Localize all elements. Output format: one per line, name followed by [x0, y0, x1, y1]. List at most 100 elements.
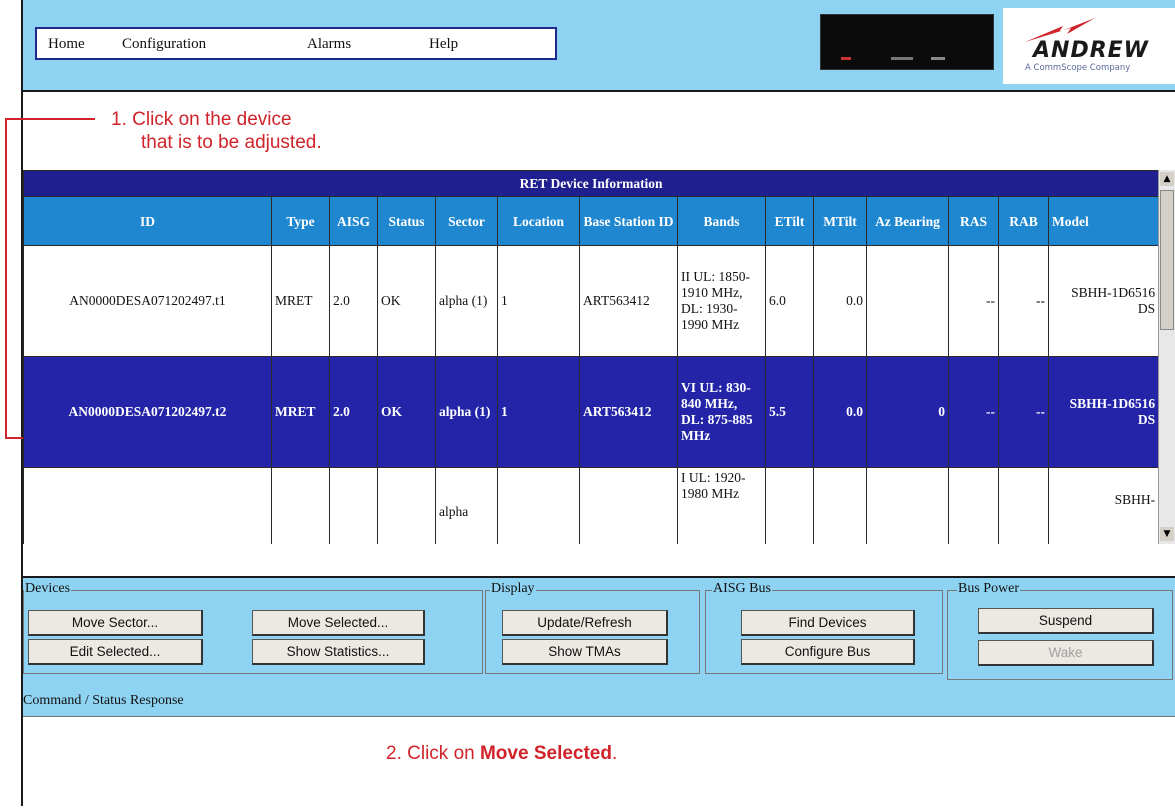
cell-model: SBHH-: [1047, 467, 1158, 544]
scroll-down-icon[interactable]: ▼: [1160, 527, 1174, 541]
cell-location: [497, 467, 580, 544]
logo-tagline: A CommScope Company: [1025, 63, 1131, 73]
menu-help[interactable]: Help: [429, 36, 458, 53]
suspend-button[interactable]: Suspend: [978, 608, 1154, 634]
cell-sector: alpha (1): [435, 356, 498, 468]
configure-bus-button[interactable]: Configure Bus: [741, 639, 915, 665]
table-caption: RET Device Information: [23, 170, 1158, 197]
update-refresh-button[interactable]: Update/Refresh: [502, 610, 668, 636]
cell-type: [271, 467, 330, 544]
device-image: [820, 14, 994, 70]
cell-ras: --: [948, 245, 999, 357]
cell-type: MRET: [271, 245, 330, 357]
cell-id: AN0000DESA071202497.t2: [23, 356, 272, 468]
cell-sector: alpha: [435, 467, 498, 544]
ret-table-area: RET Device Information ID Type AISG Stat…: [23, 170, 1158, 544]
cell-base-station: [579, 467, 678, 544]
controls-panel: Devices Display AISG Bus Bus Power Move …: [23, 576, 1175, 809]
cell-etilt: 6.0: [765, 245, 814, 357]
command-status-label: Command / Status Response: [23, 693, 184, 708]
table-row[interactable]: AN0000DESA071202497.t1 MRET 2.0 OK alpha…: [23, 245, 1158, 357]
show-statistics-button[interactable]: Show Statistics...: [252, 639, 425, 665]
cell-az: [866, 245, 949, 357]
col-header-status[interactable]: Status: [377, 196, 436, 246]
col-header-bands[interactable]: Bands: [677, 196, 766, 246]
group-aisg-bus-label: AISG Bus: [712, 581, 772, 597]
edit-selected-button[interactable]: Edit Selected...: [28, 639, 203, 665]
group-devices-label: Devices: [24, 581, 72, 597]
move-selected-button[interactable]: Move Selected...: [252, 610, 425, 636]
cell-aisg: 2.0: [329, 245, 378, 357]
col-header-ras[interactable]: RAS: [948, 196, 999, 246]
cell-sector: alpha (1): [435, 245, 498, 357]
annotation-step-2-prefix: 2. Click on: [386, 743, 480, 764]
col-header-sector[interactable]: Sector: [435, 196, 498, 246]
cell-status: [377, 467, 436, 544]
show-tmas-button[interactable]: Show TMAs: [502, 639, 668, 665]
col-header-etilt[interactable]: ETilt: [765, 196, 814, 246]
cell-mtilt: 0.0: [813, 356, 867, 468]
cell-model: SBHH-1D6516 DS: [1047, 245, 1158, 357]
col-header-type[interactable]: Type: [271, 196, 330, 246]
move-sector-button[interactable]: Move Sector...: [28, 610, 203, 636]
cell-model: SBHH-1D6516 DS: [1047, 356, 1158, 468]
scrollbar-thumb[interactable]: [1160, 190, 1174, 330]
table-row[interactable]: alpha I UL: 1920-1980 MHz SBHH-: [23, 467, 1158, 544]
wake-button[interactable]: Wake: [978, 640, 1154, 666]
col-header-aisg[interactable]: AISG: [329, 196, 378, 246]
annotation-step-1-line2: that is to be adjusted.: [141, 132, 322, 153]
cell-bands: II UL: 1850-1910 MHz, DL: 1930-1990 MHz: [677, 245, 766, 357]
group-display-label: Display: [490, 581, 536, 597]
menu-home[interactable]: Home: [48, 36, 85, 53]
group-bus-power: [947, 590, 1173, 680]
col-header-az-bearing[interactable]: Az Bearing: [866, 196, 949, 246]
col-header-rab[interactable]: RAB: [998, 196, 1049, 246]
top-bar: Home Configuration Alarms Help ANDREW A …: [23, 0, 1175, 92]
col-header-id[interactable]: ID: [23, 196, 272, 246]
cell-bands: VI UL: 830-840 MHz, DL: 875-885 MHz: [677, 356, 766, 468]
cell-etilt: 5.5: [765, 356, 814, 468]
cell-etilt: [765, 467, 814, 544]
cell-location: 1: [497, 245, 580, 357]
ret-device-table: RET Device Information ID Type AISG Stat…: [23, 170, 1158, 544]
main-menu: Home Configuration Alarms Help: [35, 27, 557, 60]
annotation-step-2-bold: Move Selected: [479, 743, 612, 764]
cell-base-station: ART563412: [579, 356, 678, 468]
cell-rab: --: [998, 356, 1049, 468]
cell-mtilt: [813, 467, 867, 544]
annotation-step-1: 1. Click on the device that is to be adj…: [111, 108, 322, 154]
logo-brand: ANDREW: [1033, 38, 1149, 63]
cell-type: MRET: [271, 356, 330, 468]
cell-id: [23, 467, 272, 544]
andrew-logo: ANDREW A CommScope Company: [1003, 8, 1175, 84]
cell-status: OK: [377, 245, 436, 357]
table-scrollbar[interactable]: ▲ ▼: [1158, 170, 1175, 544]
cell-rab: [998, 467, 1049, 544]
cell-mtilt: 0.0: [813, 245, 867, 357]
cell-az: 0: [866, 356, 949, 468]
menu-configuration[interactable]: Configuration: [122, 36, 206, 53]
annotation-step-2: 2. Click on Move Selected.: [386, 742, 617, 765]
cell-rab: --: [998, 245, 1049, 357]
cell-bands: I UL: 1920-1980 MHz: [677, 467, 766, 544]
cell-location: 1: [497, 356, 580, 468]
cell-status: OK: [377, 356, 436, 468]
find-devices-button[interactable]: Find Devices: [741, 610, 915, 636]
cell-aisg: [329, 467, 378, 544]
cell-az: [866, 467, 949, 544]
menu-alarms[interactable]: Alarms: [307, 36, 351, 53]
cell-id: AN0000DESA071202497.t1: [23, 245, 272, 357]
group-bus-power-label: Bus Power: [957, 581, 1021, 597]
scroll-up-icon[interactable]: ▲: [1160, 172, 1174, 186]
cell-ras: --: [948, 356, 999, 468]
table-row-selected[interactable]: AN0000DESA071202497.t2 MRET 2.0 OK alpha…: [23, 356, 1158, 468]
annotation-step-2-suffix: .: [611, 743, 618, 764]
cell-base-station: ART563412: [579, 245, 678, 357]
col-header-model[interactable]: Model: [1047, 196, 1158, 246]
col-header-mtilt[interactable]: MTilt: [813, 196, 867, 246]
col-header-base-station-id[interactable]: Base Station ID: [579, 196, 678, 246]
col-header-location[interactable]: Location: [497, 196, 580, 246]
cell-ras: [948, 467, 999, 544]
cell-aisg: 2.0: [329, 356, 378, 468]
annotation-step-1-line1: 1. Click on the device: [111, 109, 292, 130]
